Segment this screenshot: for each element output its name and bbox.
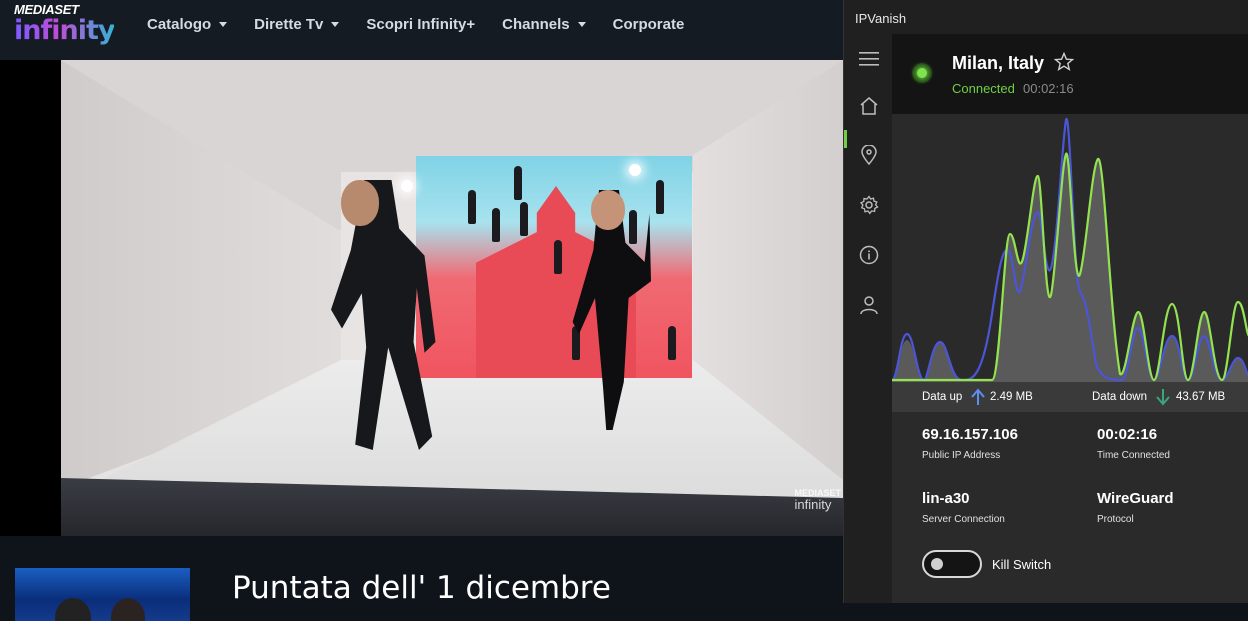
screen-figure [514,166,522,200]
menu-icon[interactable] [858,48,880,70]
chevron-down-icon [331,22,340,27]
screen-figure [468,190,476,224]
location-pin-icon[interactable] [858,144,880,166]
window-title: IPVanish [855,11,907,26]
nav-label: Corporate [612,16,685,33]
episode-title: Puntata dell' 1 dicembre [232,570,611,606]
connection-state: Connected [952,81,1015,96]
server-location[interactable]: Milan, Italy [952,53,1044,74]
public-ip-value: 69.16.157.106 [922,426,1018,443]
screen-figure [554,240,562,274]
thumbnail-person [55,598,91,621]
screen: MEDIASET infinity Catalogo Dirette Tv Sc… [0,0,1248,621]
kill-switch-label: Kill Switch [992,557,1052,572]
favorite-star-icon[interactable] [1054,52,1074,72]
nav-label: Dirette Tv [254,16,324,33]
connection-timer: 00:02:16 [1023,81,1074,96]
screen-figure [520,202,528,236]
arrow-up-icon [971,388,985,405]
screen-figure [492,208,500,242]
connection-status: Milan, Italy Connected 00:02:16 [892,34,1248,114]
protocol-value: WireGuard [1097,490,1174,507]
time-connected-value: 00:02:16 [1097,426,1158,443]
nav-catalogo[interactable]: Catalogo [147,16,228,33]
ipvanish-titlebar[interactable]: IPVanish [844,0,1248,34]
studio-light [401,180,413,192]
logo-main-text: infinity [14,15,115,46]
traffic-graph [890,114,1248,382]
video-player[interactable]: MEDIASET infinity [61,60,843,536]
ipvanish-window: IPVanish Milan, Italy Connected 00:02:16… [843,0,1248,603]
gear-icon[interactable] [858,194,880,216]
main-nav: Catalogo Dirette Tv Scopri Infinity+ Cha… [147,16,711,33]
studio-light [629,164,641,176]
info-icon[interactable] [858,244,880,266]
active-indicator [844,130,847,148]
watermark-main: infinity [794,497,832,512]
public-ip-label: Public IP Address [922,450,1001,461]
traffic-graph-svg [890,118,1248,382]
arrow-down-icon [1156,389,1170,406]
chevron-down-icon [219,22,228,27]
data-up-value: 2.49 MB [990,391,1033,403]
mediaset-infinity-logo[interactable]: MEDIASET infinity [14,2,115,46]
video-player-area: MEDIASET infinity [0,60,843,536]
user-icon[interactable] [858,294,880,316]
connected-indicator [912,63,932,83]
mediaset-header: MEDIASET infinity Catalogo Dirette Tv Sc… [0,0,843,60]
nav-dirette-tv[interactable]: Dirette Tv [254,16,340,33]
channel-watermark: MEDIASET infinity [794,488,841,512]
protocol-label: Protocol [1097,514,1134,525]
data-up-label: Data up [922,391,963,403]
screen-figure [656,180,664,214]
toggle-knob [931,558,943,570]
data-down-label: Data down [1092,391,1147,403]
nav-scopri-infinity-plus[interactable]: Scopri Infinity+ [366,16,475,33]
server-connection-label: Server Connection [922,514,1005,525]
server-connection-value: lin-a30 [922,490,970,507]
nav-label: Channels [502,16,570,33]
episode-info: Puntata dell' 1 dicembre [0,536,843,621]
connected-dot [917,68,927,78]
data-transfer-bar: Data up 2.49 MB Data down 43.67 MB [892,382,1248,412]
male-presenter-head [341,180,379,226]
screen-figure [629,210,637,244]
screen-figure [668,326,676,360]
episode-thumbnail[interactable] [15,568,190,621]
nav-label: Catalogo [147,16,212,33]
data-down-value: 43.67 MB [1176,391,1226,403]
nav-corporate[interactable]: Corporate [613,16,685,33]
female-presenter-head [591,190,625,230]
ipvanish-main: Milan, Italy Connected 00:02:16 Data up … [890,34,1248,603]
nav-label: Scopri Infinity+ [366,16,476,33]
ipvanish-sidebar [844,34,892,603]
thumbnail-person [111,598,145,621]
chevron-down-icon [577,22,586,27]
nav-channels[interactable]: Channels [502,16,586,33]
home-icon[interactable] [858,95,880,117]
kill-switch-toggle[interactable] [922,550,982,578]
time-connected-label: Time Connected [1097,450,1170,461]
